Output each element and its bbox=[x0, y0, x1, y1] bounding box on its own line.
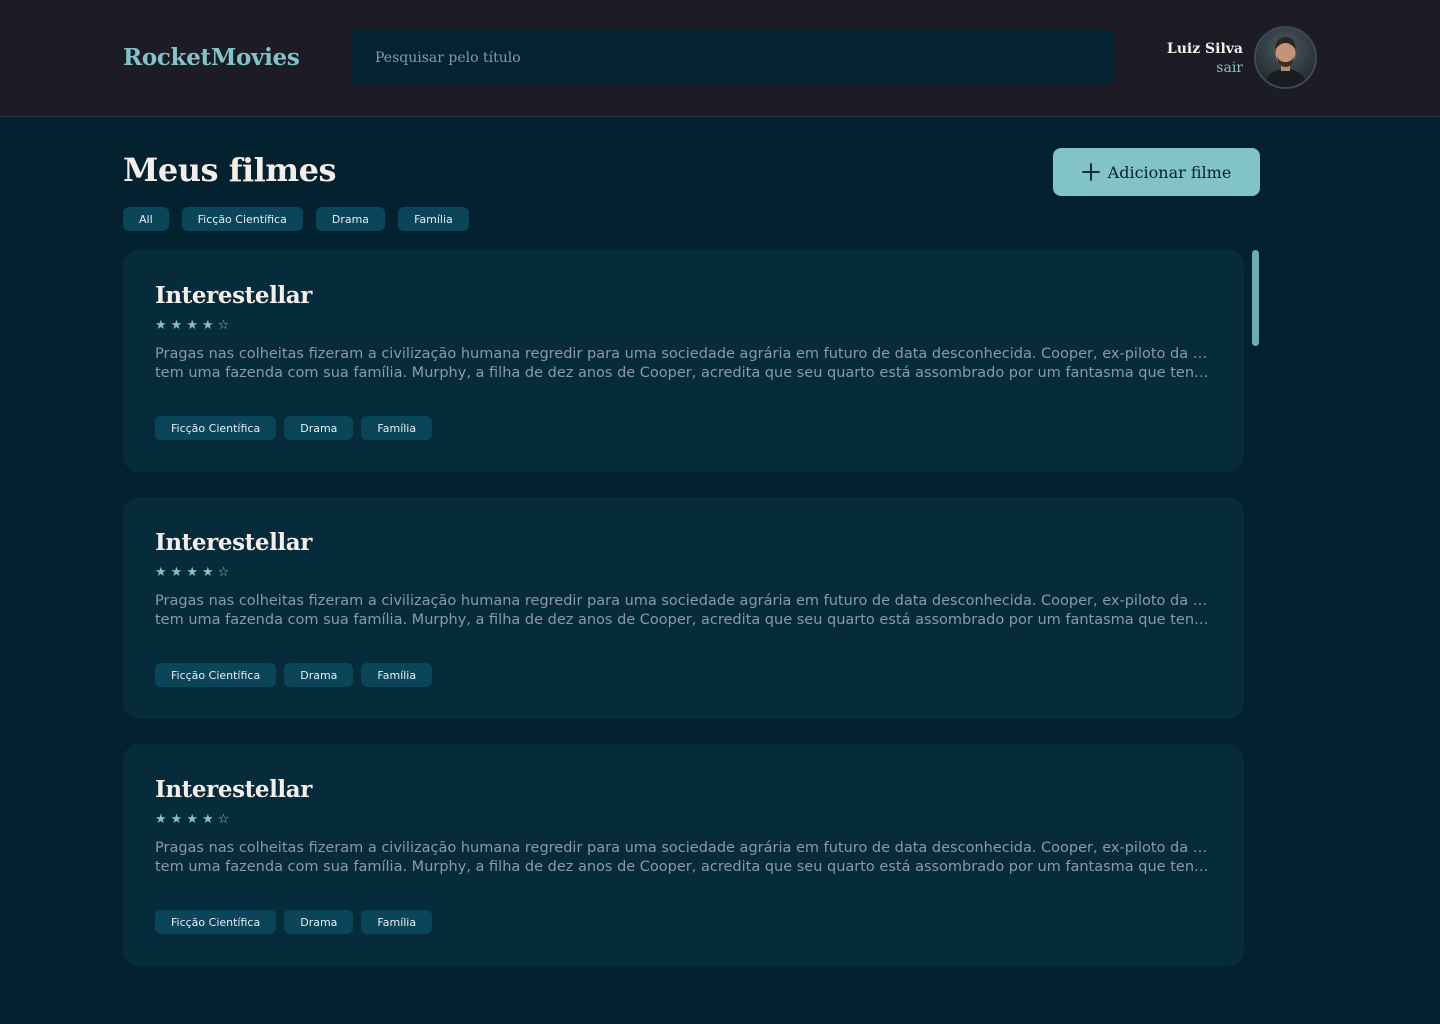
filter-drama[interactable]: Drama bbox=[315, 207, 386, 231]
profile-name: Luiz Silva bbox=[1166, 41, 1243, 57]
plus-icon bbox=[1081, 163, 1100, 181]
movie-title: Interestellar bbox=[155, 776, 312, 803]
user-photo bbox=[1256, 28, 1315, 87]
main-content: Meus filmes Adicionar filme All Ficção C… bbox=[123, 117, 1260, 1024]
star-filled-icon: ★ bbox=[155, 565, 167, 580]
filter-ficcao-cientifica[interactable]: Ficção Científica bbox=[181, 207, 303, 231]
star-filled-icon: ★ bbox=[155, 812, 167, 827]
list-scrollbar[interactable] bbox=[1252, 250, 1259, 346]
star-filled-icon: ★ bbox=[186, 318, 198, 333]
movie-description-line: tem uma fazenda com sua família. Murphy,… bbox=[155, 612, 1212, 628]
movie-tags: Ficção Científica Drama Família bbox=[155, 663, 433, 687]
movie-tag: Família bbox=[361, 416, 433, 440]
star-empty-icon: ☆ bbox=[217, 318, 230, 333]
movie-description-line: tem uma fazenda com sua família. Murphy,… bbox=[155, 365, 1212, 381]
star-filled-icon: ★ bbox=[170, 318, 183, 333]
star-filled-icon: ★ bbox=[186, 812, 198, 827]
movie-tag: Família bbox=[361, 663, 433, 687]
star-filled-icon: ★ bbox=[201, 565, 214, 580]
star-filled-icon: ★ bbox=[170, 565, 183, 580]
movie-description: Pragas nas colheitas fizeram a civilizaç… bbox=[155, 839, 1212, 877]
movie-tags: Ficção Científica Drama Família bbox=[155, 910, 433, 934]
add-movie-button[interactable]: Adicionar filme bbox=[1053, 148, 1260, 196]
filter-familia[interactable]: Família bbox=[398, 207, 469, 231]
app-logo[interactable]: RocketMovies bbox=[123, 44, 300, 71]
movie-title: Interestellar bbox=[155, 282, 312, 309]
movie-tag: Drama bbox=[284, 416, 354, 440]
add-movie-label: Adicionar filme bbox=[1107, 162, 1232, 182]
star-empty-icon: ☆ bbox=[217, 565, 230, 580]
movie-tag: Ficção Científica bbox=[155, 910, 277, 934]
movie-card[interactable]: Interestellar ★ ★ ★ ★ ☆ Pragas nas colhe… bbox=[123, 250, 1244, 472]
avatar[interactable] bbox=[1254, 26, 1317, 89]
movie-tag: Drama bbox=[284, 663, 354, 687]
star-filled-icon: ★ bbox=[201, 812, 214, 827]
movie-tag: Ficção Científica bbox=[155, 663, 277, 687]
movie-title: Interestellar bbox=[155, 529, 312, 556]
movie-description: Pragas nas colheitas fizeram a civilizaç… bbox=[155, 345, 1212, 383]
movie-description-line: Pragas nas colheitas fizeram a civilizaç… bbox=[155, 346, 1212, 362]
movie-description-line: tem uma fazenda com sua família. Murphy,… bbox=[155, 859, 1212, 875]
star-filled-icon: ★ bbox=[155, 318, 167, 333]
filter-all[interactable]: All bbox=[123, 207, 169, 231]
star-empty-icon: ☆ bbox=[217, 812, 230, 827]
movie-card[interactable]: Interestellar ★ ★ ★ ★ ☆ Pragas nas colhe… bbox=[123, 744, 1244, 966]
movie-rating: ★ ★ ★ ★ ☆ bbox=[155, 813, 1212, 827]
search-bar[interactable] bbox=[351, 30, 1114, 85]
page-title: Meus filmes bbox=[123, 151, 337, 189]
movie-description: Pragas nas colheitas fizeram a civilizaç… bbox=[155, 592, 1212, 630]
movie-description-line: Pragas nas colheitas fizeram a civilizaç… bbox=[155, 840, 1212, 856]
movie-description-line: Pragas nas colheitas fizeram a civilizaç… bbox=[155, 593, 1212, 609]
movie-card[interactable]: Interestellar ★ ★ ★ ★ ☆ Pragas nas colhe… bbox=[123, 497, 1244, 719]
movie-tag: Família bbox=[361, 910, 433, 934]
logout-link[interactable]: sair bbox=[1167, 58, 1243, 78]
movie-rating: ★ ★ ★ ★ ☆ bbox=[155, 566, 1212, 580]
search-input[interactable] bbox=[375, 30, 1114, 85]
profile-info: Luiz Silva sair bbox=[1167, 40, 1243, 78]
movie-rating: ★ ★ ★ ★ ☆ bbox=[155, 319, 1212, 333]
movie-tags: Ficção Científica Drama Família bbox=[155, 416, 433, 440]
movie-tag: Drama bbox=[284, 910, 354, 934]
movie-list: Interestellar ★ ★ ★ ★ ☆ Pragas nas colhe… bbox=[123, 250, 1244, 991]
genre-filters: All Ficção Científica Drama Família bbox=[123, 207, 469, 231]
app-header: RocketMovies Luiz Silva sair bbox=[0, 0, 1440, 117]
star-filled-icon: ★ bbox=[170, 812, 183, 827]
star-filled-icon: ★ bbox=[186, 565, 198, 580]
movie-tag: Ficção Científica bbox=[155, 416, 277, 440]
star-filled-icon: ★ bbox=[201, 318, 214, 333]
